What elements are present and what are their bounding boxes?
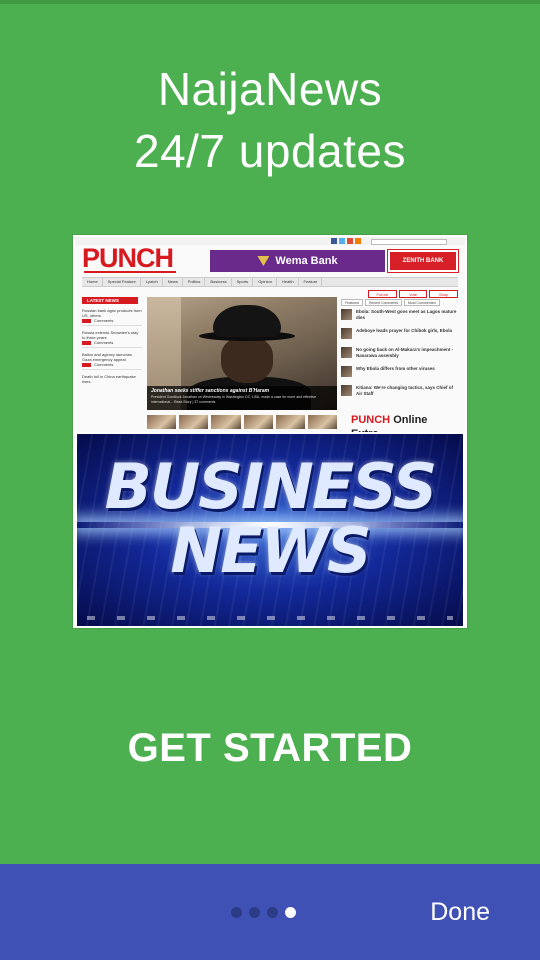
divider	[82, 325, 142, 326]
logo-underline	[84, 271, 176, 273]
latest-news-column: LATEST NEWS Russian bank agric products …	[82, 297, 142, 432]
site-sub-tabs: Featured Recent Comments Most Commented	[341, 299, 458, 306]
thumbnail	[275, 415, 305, 429]
site-right-tab: Forum	[368, 290, 397, 298]
latest-news-text: Russia extends Snowden's stay to three y…	[82, 330, 139, 340]
divider	[82, 369, 142, 370]
page-dot	[267, 906, 278, 918]
social-icons	[331, 238, 365, 244]
newspaper-site-screenshot: PUNCH Wema Bank ZENITH BANK Home Special…	[75, 237, 465, 432]
get-started-button[interactable]: GET STARTED	[0, 722, 540, 774]
thumbnail	[243, 415, 273, 429]
headline-item: No going back on Al-Makura's impeachment…	[341, 347, 459, 363]
site-sub-tab: Featured	[341, 299, 364, 306]
thumbnail	[147, 415, 177, 429]
page-indicator	[231, 906, 296, 918]
latest-news-item: Russia extends Snowden's stay to three y…	[82, 330, 142, 348]
site-sub-tab: Recent Comments	[365, 299, 402, 306]
site-right-tab: Vote	[398, 290, 428, 298]
intro-hero-image: PUNCH Wema Bank ZENITH BANK Home Special…	[73, 235, 467, 628]
comment-tag-label: Comments	[94, 340, 114, 345]
thumbnail	[211, 415, 241, 429]
banner-word-news: NEWS	[170, 514, 371, 587]
site-search-box	[371, 239, 447, 245]
wema-bank-ad: Wema Bank	[210, 250, 385, 272]
site-nav-item: Feature	[300, 278, 323, 286]
site-nav-item: Opinion	[254, 278, 277, 286]
divider	[82, 347, 142, 348]
headline-item: Why Ebola differs from other viruses	[341, 366, 459, 382]
feature-caption-title: Jonathan seeks stiffer sanctions against…	[151, 388, 270, 394]
wema-ad-label: Wema Bank	[275, 255, 338, 267]
site-right-tab: Shop	[429, 290, 459, 298]
site-nav-item: News	[164, 278, 183, 286]
comment-tag-label: Comments	[94, 318, 114, 323]
latest-news-text: Death toll in China earthquake rises	[82, 374, 136, 384]
page-dot	[249, 906, 260, 918]
extra-logo-left: PUNCH	[351, 414, 391, 426]
comment-tag	[82, 362, 91, 367]
latest-news-text: Ballon and agency launches Gaza emergenc…	[82, 352, 133, 362]
zenith-bank-ad: ZENITH BANK	[387, 249, 459, 273]
feature-caption: Jonathan seeks stiffer sanctions against…	[147, 386, 337, 410]
headline-thumbnail	[341, 328, 352, 339]
thumbnail-strip	[147, 415, 338, 429]
latest-news-text: Russian bank agric products from US, oth…	[82, 308, 142, 318]
headline-item: Ebola: South-West govs meet as Lagos mat…	[341, 309, 459, 325]
headline-text: Adeboye leads prayer for Chibok girls, E…	[356, 328, 453, 333]
intro-title: NaijaNews 24/7 updates	[0, 58, 540, 182]
comment-tag	[82, 318, 91, 323]
comment-tag-label: Comments	[94, 362, 114, 367]
business-news-banner: BUSINESS NEWS	[77, 434, 463, 626]
punch-online-extra-logo: PUNCH Online Extra	[351, 413, 451, 432]
feature-photo: Jonathan seeks stiffer sanctions against…	[147, 297, 337, 410]
done-button[interactable]: Done	[430, 894, 490, 930]
wema-logo-icon	[257, 256, 270, 266]
site-nav-item: Sports	[233, 278, 254, 286]
site-sub-tab: Most Commented	[404, 299, 440, 306]
headlines-list: Ebola: South-West govs meet as Lagos mat…	[341, 309, 459, 399]
headline-text: Kitiana: We're changing tactics, says Ch…	[356, 385, 454, 396]
site-right-tabs: Forum Vote Shop	[368, 290, 459, 298]
photo-figure-face	[221, 337, 273, 383]
thumbnail	[179, 415, 209, 429]
app-tagline: 24/7 updates	[133, 125, 406, 177]
headline-thumbnail	[341, 385, 352, 396]
status-bar	[0, 0, 540, 4]
headline-item: Adeboye leads prayer for Chibok girls, E…	[341, 328, 459, 344]
site-nav-item: Politics	[184, 278, 206, 286]
punch-logo: PUNCH	[82, 243, 174, 273]
latest-news-item: Ballon and agency launches Gaza emergenc…	[82, 352, 142, 370]
site-nav-item: Health	[278, 278, 299, 286]
site-nav-item: Home	[83, 278, 103, 286]
headline-text: Why Ebola differs from other viruses	[356, 366, 435, 371]
headline-item: Kitiana: We're changing tactics, says Ch…	[341, 385, 459, 401]
hat-icon	[213, 305, 281, 337]
onboarding-bottom-bar: Done	[0, 864, 540, 960]
banner-word-business: BUSINESS	[104, 450, 438, 523]
feature-caption-text: President Goodluck Jonathan on Wednesday…	[151, 395, 317, 404]
site-nav-item: Lpatch	[142, 278, 163, 286]
app-name: NaijaNews	[157, 63, 383, 115]
site-nav: Home Special Feature Lpatch News Politic…	[82, 277, 458, 287]
page-dot	[231, 906, 242, 918]
headline-text: Ebola: South-West govs meet as Lagos mat…	[356, 309, 457, 320]
latest-news-heading: LATEST NEWS	[82, 297, 138, 304]
headline-thumbnail	[341, 347, 352, 358]
site-nav-item: Business	[206, 278, 232, 286]
site-nav-item: Special Feature	[104, 278, 141, 286]
banner-ticker	[87, 616, 453, 620]
headline-text: No going back on Al-Makura's impeachment…	[356, 347, 454, 358]
headline-thumbnail	[341, 366, 352, 377]
page-dot-active	[285, 906, 296, 918]
comment-tag	[82, 340, 91, 345]
headline-thumbnail	[341, 309, 352, 320]
latest-news-item: Death toll in China earthquake rises	[82, 374, 142, 384]
latest-news-item: Russian bank agric products from US, oth…	[82, 308, 142, 326]
thumbnail	[307, 415, 338, 429]
